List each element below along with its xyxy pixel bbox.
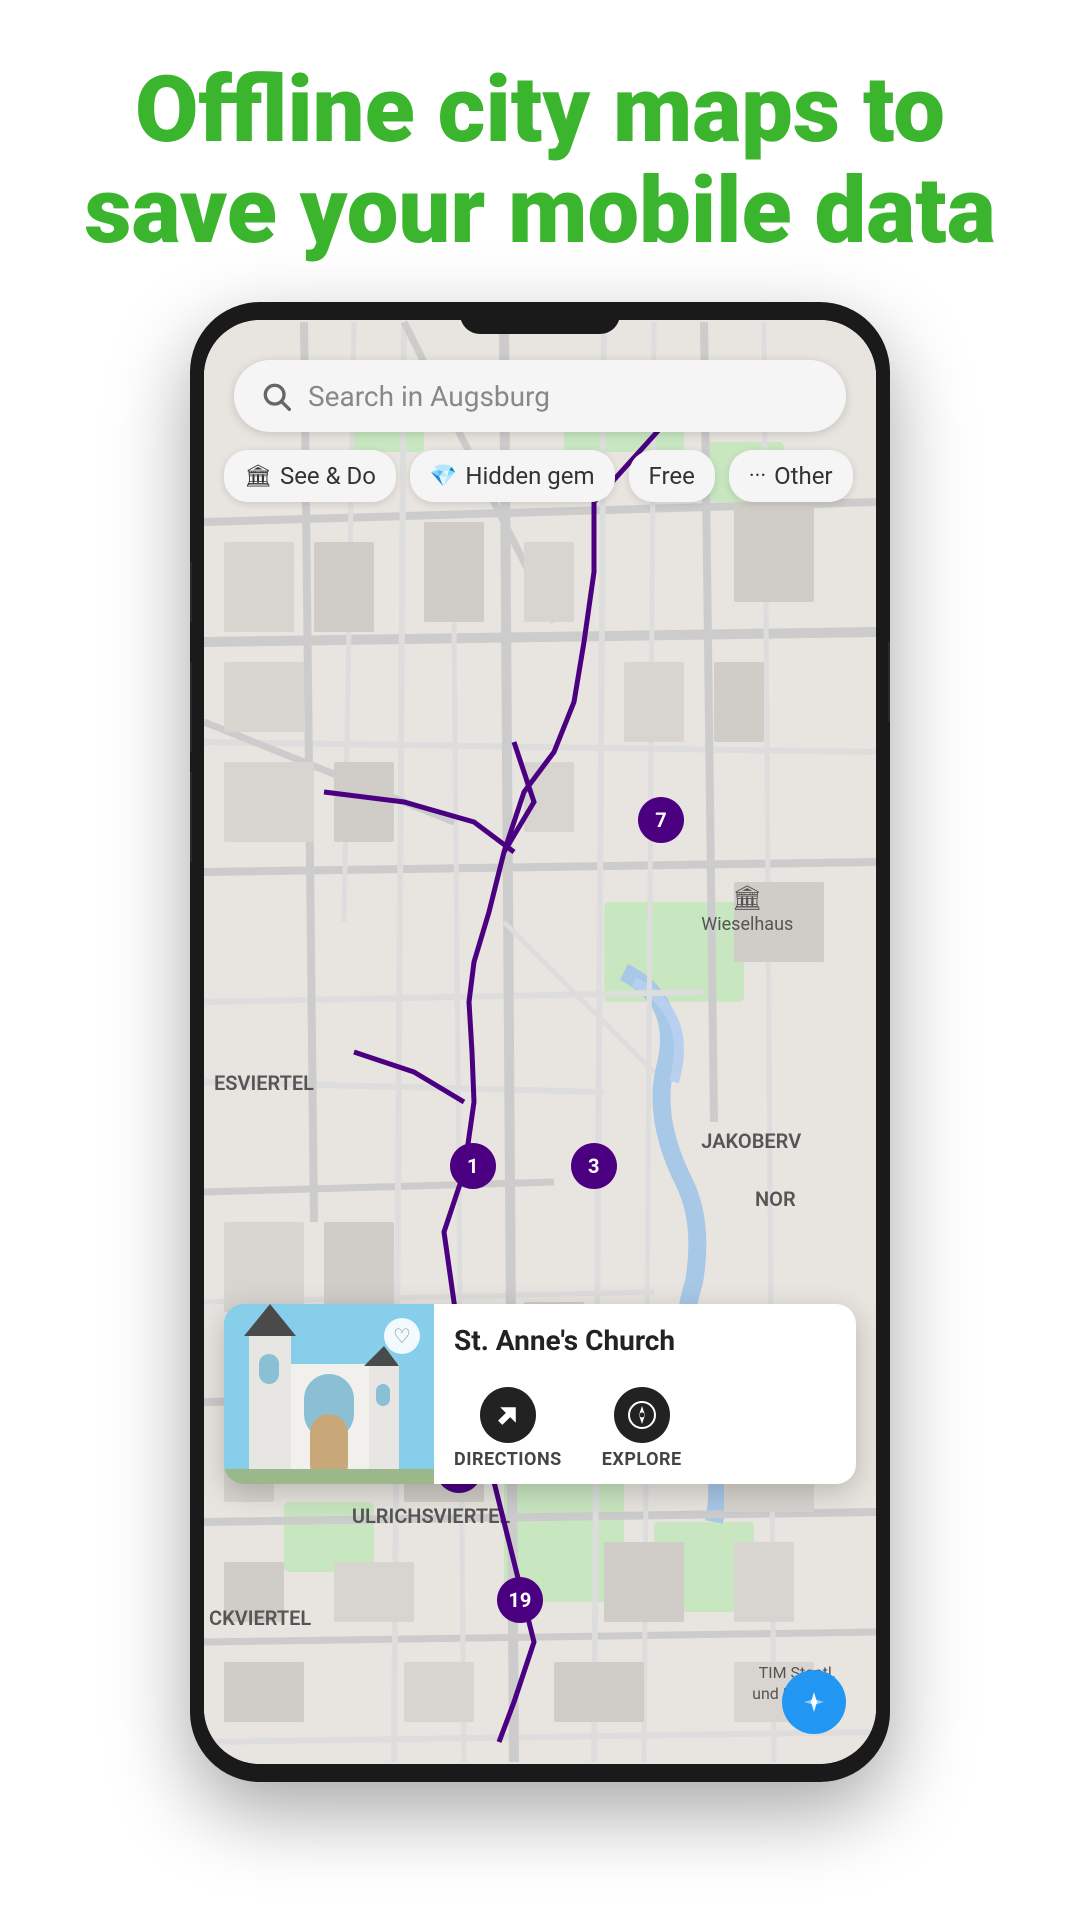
route-marker-19[interactable]: 19 xyxy=(497,1577,543,1623)
directions-action[interactable]: DIRECTIONS xyxy=(454,1387,562,1470)
filter-chip-hidden-gem[interactable]: 💎 Hidden gem xyxy=(410,450,615,502)
explore-action[interactable]: EXPLORE xyxy=(602,1387,682,1470)
info-card[interactable]: ♡ St. Anne's Church xyxy=(224,1304,856,1484)
info-card-content: ♡ St. Anne's Church xyxy=(224,1304,856,1484)
explore-icon-circle xyxy=(614,1387,670,1443)
church-image: ♡ xyxy=(224,1304,434,1484)
route-marker-7[interactable]: 7 xyxy=(638,797,684,843)
see-do-icon: 🏛 xyxy=(244,464,272,489)
headline: Offline city maps to save your mobile da… xyxy=(60,60,1020,262)
volume-silent-button xyxy=(190,562,192,622)
map-label-esviertel: ESVIERTEL xyxy=(214,1071,314,1095)
power-button xyxy=(888,642,890,722)
filter-chips-container: 🏛 See & Do 💎 Hidden gem Free ··· Other xyxy=(224,450,856,502)
route-marker-3[interactable]: 3 xyxy=(571,1143,617,1189)
map-label-ulrichsviertel: ULRICHSVIERTEL xyxy=(352,1504,510,1528)
filter-chip-see-do[interactable]: 🏛 See & Do xyxy=(224,450,396,502)
map-roads-svg xyxy=(204,320,876,1764)
map-label-nor: NOR xyxy=(755,1187,796,1211)
explore-label: EXPLORE xyxy=(602,1449,682,1470)
phone-screen: Search in Augsburg 🏛 See & Do 💎 Hidden g… xyxy=(204,320,876,1764)
route-marker-1[interactable]: 1 xyxy=(450,1143,496,1189)
search-placeholder: Search in Augsburg xyxy=(308,380,550,413)
volume-down-button xyxy=(190,772,192,862)
free-label: Free xyxy=(649,462,695,490)
wieselhaus-label: Wieselhaus xyxy=(701,914,793,935)
hidden-gem-icon: 💎 xyxy=(430,464,457,489)
directions-icon-circle xyxy=(480,1387,536,1443)
poi-wieselhaus[interactable]: 🏛 Wieselhaus xyxy=(701,884,793,935)
hidden-gem-label: Hidden gem xyxy=(465,462,594,490)
wieselhaus-icon: 🏛 xyxy=(732,884,762,912)
directions-icon xyxy=(493,1400,523,1430)
compass-icon xyxy=(796,1684,832,1720)
card-actions: DIRECTIONS xyxy=(454,1387,836,1470)
phone-notch xyxy=(460,302,620,334)
phone-frame: Search in Augsburg 🏛 See & Do 💎 Hidden g… xyxy=(190,302,890,1782)
other-icon: ··· xyxy=(749,464,766,489)
card-info: St. Anne's Church DIRECTIONS xyxy=(434,1304,856,1484)
map-label-ckviertel: CKVIERTEL xyxy=(209,1606,311,1630)
search-bar[interactable]: Search in Augsburg xyxy=(234,360,846,432)
filter-chip-other[interactable]: ··· Other xyxy=(729,450,853,502)
location-button[interactable] xyxy=(782,1670,846,1734)
directions-label: DIRECTIONS xyxy=(454,1449,562,1470)
filter-chip-free[interactable]: Free xyxy=(629,450,715,502)
card-title: St. Anne's Church xyxy=(454,1324,836,1358)
map-label-jakobervo: JAKOBERV xyxy=(701,1129,801,1153)
map-background[interactable]: Search in Augsburg 🏛 See & Do 💎 Hidden g… xyxy=(204,320,876,1764)
see-do-label: See & Do xyxy=(280,462,376,490)
explore-icon xyxy=(627,1400,657,1430)
header-section: Offline city maps to save your mobile da… xyxy=(0,0,1080,302)
search-icon xyxy=(258,378,294,414)
volume-up-button xyxy=(190,662,192,752)
other-label: Other xyxy=(774,462,832,490)
